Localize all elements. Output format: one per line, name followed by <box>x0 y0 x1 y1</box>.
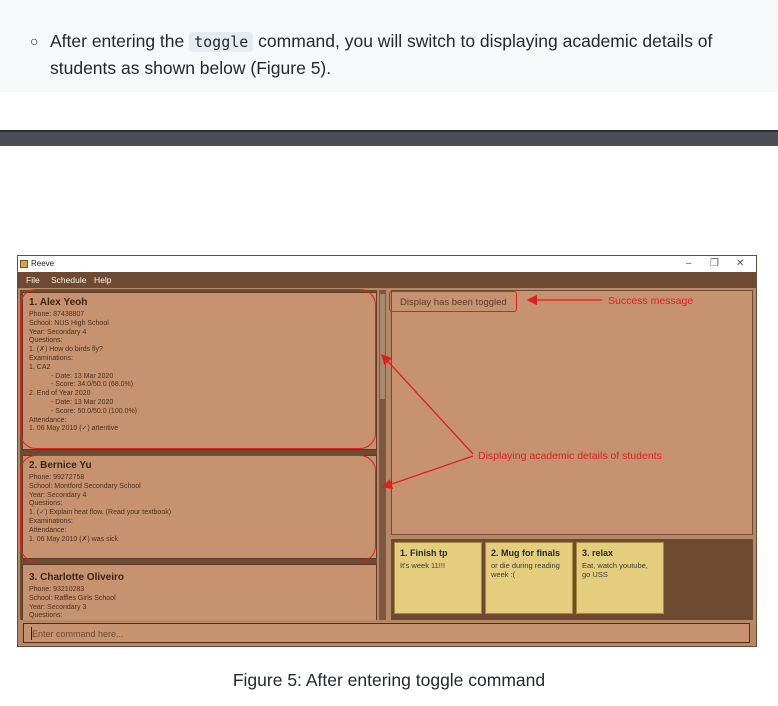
restore-icon[interactable]: ❐ <box>710 258 719 270</box>
student-name: 3. Charlotte Oliveiro <box>29 572 125 583</box>
note-card[interactable]: 2. Mug for finals or die during reading … <box>485 542 573 614</box>
note-body: It's week 11!!! <box>400 561 446 570</box>
list-scrollbar[interactable] <box>379 290 386 620</box>
detail-line: School: Raffles Girls School <box>29 594 116 602</box>
title-bar: Reeve – ❐ ✕ <box>18 256 756 272</box>
note-body: or die during reading week :( <box>491 561 560 579</box>
bullet-text-before: After entering the <box>50 31 190 51</box>
bullet-circle-icon: ○ <box>30 33 39 49</box>
note-title: 2. Mug for finals <box>491 548 561 558</box>
result-display: Display has been toggled <box>391 290 753 535</box>
note-body: Eat, watch youtube, go USS <box>582 561 648 579</box>
annotation-label-academic: Displaying academic details of students <box>478 450 662 462</box>
menu-file[interactable]: File <box>26 275 40 285</box>
menu-help[interactable]: Help <box>94 275 111 285</box>
window-title: Reeve <box>31 259 55 268</box>
horizontal-rule <box>0 130 778 146</box>
annotation-label-success: Success message <box>608 295 694 307</box>
student-details: Phone: 93210283 School: Raffles Girls Sch… <box>29 586 370 620</box>
annotation-box-result <box>389 291 517 312</box>
note-title: 1. Finish tp <box>400 548 448 558</box>
student-card[interactable]: 3. Charlotte Oliveiro Phone: 93210283 Sch… <box>22 564 377 620</box>
detail-line: Year: Secondary 3 <box>29 603 87 611</box>
inline-code: toggle <box>189 32 254 52</box>
bullet-text: After entering the toggle command, you w… <box>50 28 750 81</box>
note-title: 3. relax <box>582 548 614 558</box>
annotation-box-student-2 <box>20 455 376 562</box>
scroll-thumb[interactable] <box>380 294 385 399</box>
notes-panel: 1. Finish tp It's week 11!!! 2. Mug for … <box>391 539 753 620</box>
text-cursor <box>31 627 32 640</box>
menu-bar: File Schedule Help <box>18 272 756 288</box>
figure-caption: Figure 5: After entering toggle command <box>232 670 546 690</box>
menu-schedule[interactable]: Schedule <box>51 275 86 285</box>
command-input[interactable] <box>24 625 749 643</box>
command-box[interactable] <box>23 623 750 643</box>
detail-line: Questions: <box>29 612 63 620</box>
close-icon[interactable]: ✕ <box>736 258 744 270</box>
detail-line: Phone: 93210283 <box>29 586 85 593</box>
app-icon <box>20 260 28 268</box>
annotation-box-student-1 <box>20 289 376 449</box>
minimize-icon[interactable]: – <box>686 258 692 270</box>
doc-highlight-block: ○ After entering the toggle command, you… <box>0 0 778 92</box>
note-card[interactable]: 3. relax Eat, watch youtube, go USS <box>576 542 664 614</box>
note-card[interactable]: 1. Finish tp It's week 11!!! <box>394 542 482 614</box>
